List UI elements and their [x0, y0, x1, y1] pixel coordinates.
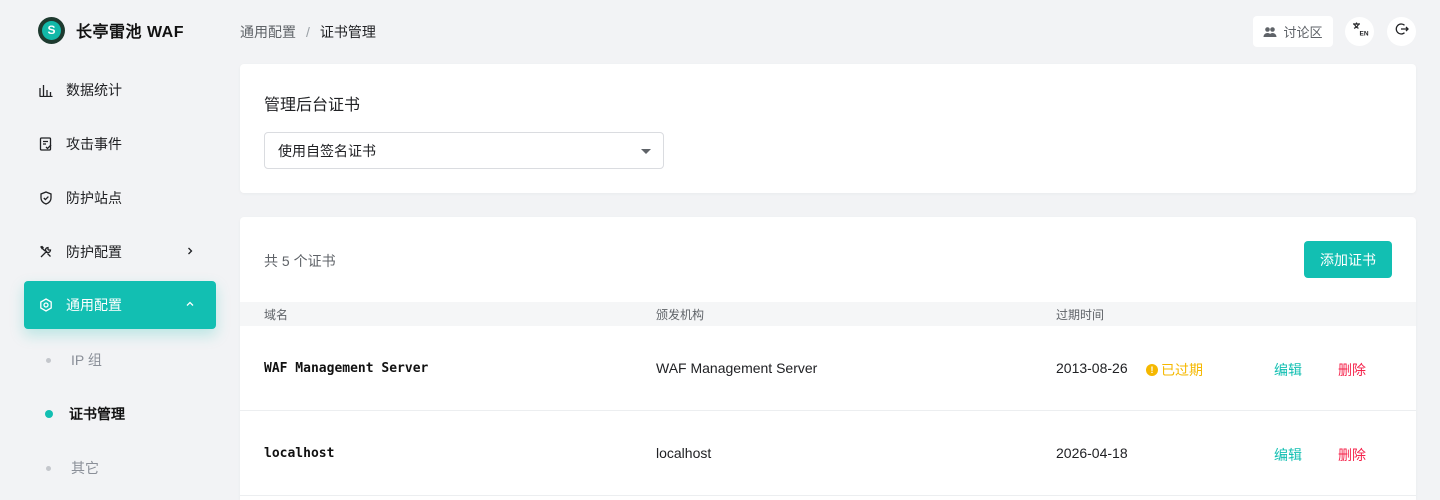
- sidebar: S 长亭雷池 WAF 数据统计 攻击事件 防护站点 防护配置 通用配置 IP 组…: [0, 0, 240, 500]
- cert-expiry: 2013-08-26: [1056, 360, 1128, 376]
- cert-list-card: 共 5 个证书 添加证书 域名 颁发机构 过期时间 WAF Management…: [240, 217, 1416, 500]
- users-icon: [1263, 26, 1277, 38]
- column-header-expiry: 过期时间: [1056, 308, 1105, 322]
- caret-down-icon: [641, 149, 651, 154]
- cert-domain: WAF Management Server: [264, 361, 429, 376]
- delete-button[interactable]: 删除: [1338, 360, 1366, 380]
- translate-icon: EN: [1351, 21, 1369, 42]
- brand[interactable]: S 长亭雷池 WAF: [38, 16, 184, 44]
- table-row: localhost localhost 2026-04-18 编辑 删除: [240, 411, 1416, 496]
- breadcrumb: 通用配置 / 证书管理: [240, 22, 376, 42]
- warning-icon: !: [1146, 364, 1158, 376]
- tools-icon: [39, 245, 53, 259]
- delete-button[interactable]: 删除: [1338, 445, 1366, 465]
- logout-button[interactable]: [1387, 17, 1416, 46]
- logout-icon: [1395, 22, 1409, 41]
- admin-cert-select[interactable]: 使用自签名证书: [264, 132, 664, 169]
- cert-issuer: WAF Management Server: [656, 360, 818, 376]
- sidebar-item-label: 数据统计: [66, 82, 122, 98]
- expired-label: 已过期: [1161, 362, 1203, 378]
- column-header-domain: 域名: [264, 308, 289, 322]
- forum-label: 讨论区: [1283, 25, 1323, 40]
- add-cert-button[interactable]: 添加证书: [1304, 241, 1392, 278]
- sidebar-item-label: 通用配置: [66, 297, 122, 313]
- admin-cert-card: 管理后台证书 使用自签名证书: [240, 64, 1416, 193]
- table-header: 域名 颁发机构 过期时间: [240, 302, 1416, 326]
- sidebar-item-sites[interactable]: 防护站点: [24, 174, 216, 222]
- sidebar-subitem-other[interactable]: 其它: [40, 453, 99, 483]
- sidebar-item-label: 攻击事件: [66, 136, 122, 152]
- document-check-icon: [39, 137, 53, 151]
- admin-cert-select-value: 使用自签名证书: [278, 142, 376, 159]
- table-row: WAF Management Server WAF Management Ser…: [240, 326, 1416, 411]
- logo-icon: S: [38, 16, 65, 44]
- breadcrumb-separator: /: [306, 24, 310, 40]
- cert-count: 共 5 个证书: [264, 253, 336, 269]
- bullet-icon: [46, 465, 51, 471]
- bullet-icon: [45, 410, 53, 418]
- sidebar-subitem-label: 证书管理: [69, 406, 125, 422]
- language-toggle-button[interactable]: EN: [1345, 17, 1374, 46]
- svg-text:EN: EN: [1359, 31, 1368, 38]
- sidebar-item-label: 防护配置: [66, 244, 122, 260]
- sidebar-item-label: 防护站点: [66, 190, 122, 206]
- sidebar-item-attacks[interactable]: 攻击事件: [24, 120, 216, 168]
- breadcrumb-current: 证书管理: [319, 24, 376, 40]
- chevron-right-icon: [184, 245, 196, 257]
- chevron-up-icon: [184, 298, 196, 310]
- bar-chart-icon: [39, 83, 53, 97]
- logo-letter: S: [42, 20, 61, 40]
- sidebar-subitem-certs[interactable]: 证书管理: [40, 399, 125, 429]
- sidebar-item-protection[interactable]: 防护配置: [24, 228, 216, 276]
- sidebar-subitem-label: IP 组: [71, 352, 102, 368]
- expired-badge: ! 已过期: [1146, 360, 1203, 380]
- edit-button[interactable]: 编辑: [1274, 445, 1302, 465]
- cert-expiry: 2026-04-18: [1056, 445, 1128, 461]
- forum-button[interactable]: 讨论区: [1253, 16, 1333, 47]
- cert-issuer: localhost: [656, 445, 712, 461]
- edit-button[interactable]: 编辑: [1274, 360, 1302, 380]
- cert-domain: localhost: [264, 446, 335, 461]
- settings-icon: [39, 298, 53, 312]
- column-header-issuer: 颁发机构: [656, 308, 705, 322]
- breadcrumb-parent[interactable]: 通用配置: [240, 22, 296, 42]
- admin-cert-title: 管理后台证书: [264, 97, 361, 114]
- sidebar-item-stats[interactable]: 数据统计: [24, 66, 216, 114]
- sidebar-subitem-label: 其它: [71, 460, 99, 476]
- shield-icon: [39, 191, 53, 205]
- bullet-icon: [46, 357, 51, 363]
- sidebar-subitem-ipgroup[interactable]: IP 组: [40, 345, 102, 375]
- app-title: 长亭雷池 WAF: [76, 24, 184, 41]
- sidebar-item-general[interactable]: 通用配置: [24, 281, 216, 329]
